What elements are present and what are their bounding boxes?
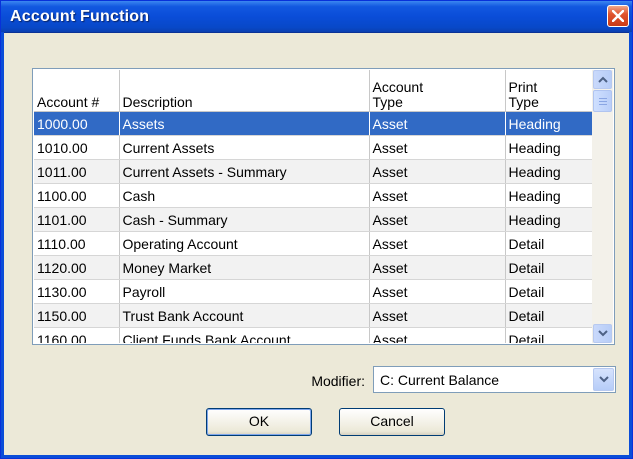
cell-account-number: 1000.00: [34, 111, 120, 136]
cell-account-number: 1011.00: [34, 159, 120, 184]
cell-description: Cash: [119, 183, 370, 208]
cell-print-type: Heading: [505, 207, 593, 232]
window-frame-bottom: [1, 455, 632, 458]
table-row[interactable]: 1100.00 Cash Asset Heading: [34, 183, 593, 208]
cell-account-number: 1101.00: [34, 207, 120, 232]
cell-account-type: Asset: [369, 279, 506, 304]
cell-account-type: Asset: [369, 327, 506, 343]
scroll-thumb[interactable]: [593, 90, 612, 112]
scroll-down-button[interactable]: [593, 324, 612, 343]
cell-print-type: Heading: [505, 183, 593, 208]
table-row[interactable]: 1130.00 Payroll Asset Detail: [34, 279, 593, 304]
column-header-account-type[interactable]: Account Type: [369, 70, 506, 112]
close-icon: [612, 10, 624, 22]
cell-description: Operating Account: [119, 231, 370, 256]
title-bar[interactable]: Account Function: [1, 1, 632, 33]
cell-account-type: Asset: [369, 135, 506, 160]
cell-account-type: Asset: [369, 255, 506, 280]
cell-account-number: 1160.00: [34, 327, 120, 343]
modifier-selected-value: C: Current Balance: [380, 372, 500, 388]
cell-description: Money Market: [119, 255, 370, 280]
table-row[interactable]: 1011.00 Current Assets - Summary Asset H…: [34, 159, 593, 184]
chevron-up-icon: [598, 76, 608, 83]
cancel-button[interactable]: Cancel: [339, 408, 445, 436]
account-table: Account # Description Account Type Print: [34, 70, 593, 343]
window-frame-left: [1, 32, 4, 458]
cell-account-type: Asset: [369, 111, 506, 136]
column-header-line2: Type: [508, 94, 539, 110]
cell-description: Current Assets - Summary: [119, 159, 370, 184]
cell-account-number: 1150.00: [34, 303, 120, 328]
column-header-line2: Account #: [37, 94, 100, 110]
cell-account-type: Asset: [369, 207, 506, 232]
cell-account-type: Asset: [369, 159, 506, 184]
cell-description: Trust Bank Account: [119, 303, 370, 328]
cell-print-type: Detail: [505, 231, 593, 256]
chevron-down-icon: [599, 376, 609, 383]
cell-description: Cash - Summary: [119, 207, 370, 232]
cell-description: Payroll: [119, 279, 370, 304]
vertical-scrollbar[interactable]: [592, 70, 613, 343]
table-row[interactable]: 1160.00 Client Funds Bank Account Asset …: [34, 327, 593, 343]
cell-account-type: Asset: [369, 183, 506, 208]
cell-print-type: Detail: [505, 327, 593, 343]
window-frame-right: [629, 32, 632, 458]
cell-account-number: 1100.00: [34, 183, 120, 208]
table-header-row: Account # Description Account Type Print: [34, 70, 593, 112]
cell-account-number: 1110.00: [34, 231, 120, 256]
table-row[interactable]: 1150.00 Trust Bank Account Asset Detail: [34, 303, 593, 328]
column-header-line1: Account: [372, 79, 424, 95]
cell-description: Assets: [119, 111, 370, 136]
account-function-dialog: Account Function Account # Description A…: [0, 0, 633, 459]
cell-print-type: Detail: [505, 303, 593, 328]
cell-account-number: 1130.00: [34, 279, 120, 304]
column-header-line2: Type: [372, 94, 403, 110]
table-row[interactable]: 1010.00 Current Assets Asset Heading: [34, 135, 593, 160]
chevron-down-icon: [598, 330, 608, 337]
cell-account-number: 1120.00: [34, 255, 120, 280]
cell-description: Current Assets: [119, 135, 370, 160]
column-header-print-type[interactable]: Print Type: [505, 70, 593, 112]
scroll-up-button[interactable]: [593, 70, 612, 89]
cell-print-type: Heading: [505, 159, 593, 184]
close-button[interactable]: [607, 5, 629, 27]
cell-print-type: Heading: [505, 111, 593, 136]
table-row[interactable]: 1000.00 Assets Asset Heading: [34, 111, 593, 136]
column-header-line2: Description: [122, 94, 193, 110]
cell-description: Client Funds Bank Account: [119, 327, 370, 343]
ok-button[interactable]: OK: [206, 408, 312, 436]
table-row[interactable]: 1110.00 Operating Account Asset Detail: [34, 231, 593, 256]
modifier-dropdown-button[interactable]: [593, 368, 614, 391]
column-header-account-number[interactable]: Account #: [34, 70, 120, 112]
modifier-label: Modifier:: [311, 373, 365, 389]
column-header-description[interactable]: Description: [119, 70, 370, 112]
table-row[interactable]: 1101.00 Cash - Summary Asset Heading: [34, 207, 593, 232]
cell-print-type: Detail: [505, 279, 593, 304]
account-list[interactable]: Account # Description Account Type Print: [32, 68, 615, 345]
cell-print-type: Heading: [505, 135, 593, 160]
column-header-line1: Print: [508, 79, 538, 95]
modifier-select[interactable]: C: Current Balance: [373, 366, 616, 393]
window-title: Account Function: [10, 8, 150, 25]
cell-account-type: Asset: [369, 303, 506, 328]
cell-account-type: Asset: [369, 231, 506, 256]
cell-account-number: 1010.00: [34, 135, 120, 160]
cell-print-type: Detail: [505, 255, 593, 280]
table-row[interactable]: 1120.00 Money Market Asset Detail: [34, 255, 593, 280]
